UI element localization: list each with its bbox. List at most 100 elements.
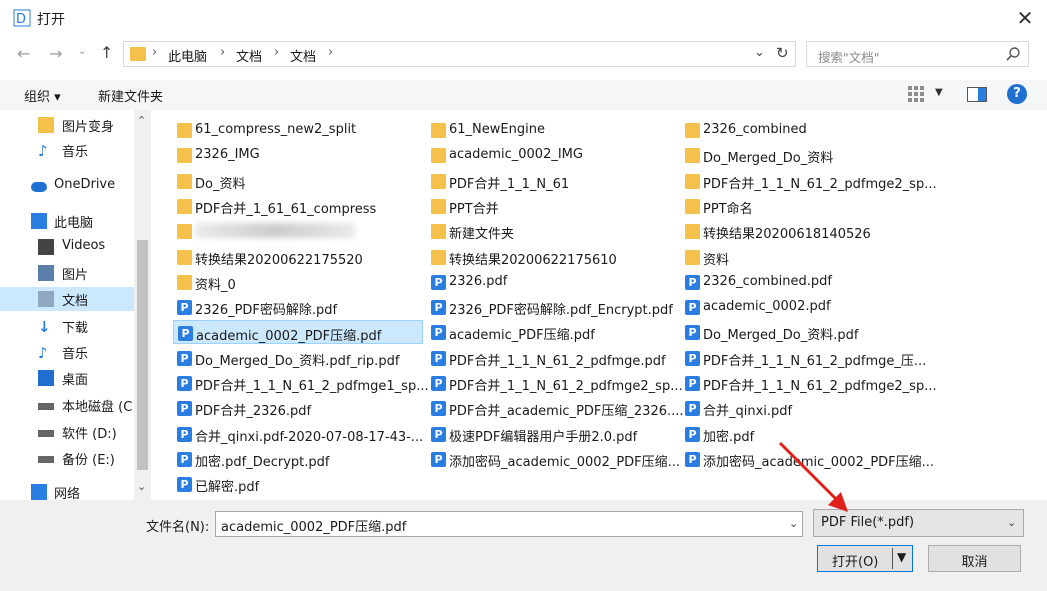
view-options-icon[interactable] — [907, 85, 925, 103]
nav-scrollbar-thumb[interactable] — [137, 240, 148, 470]
back-button[interactable]: ← — [17, 44, 30, 63]
nav-item[interactable]: 软件 (D:) — [0, 420, 134, 444]
pdf-file-icon: P — [685, 452, 700, 467]
filename-input[interactable]: academic_0002_PDF压缩.pdf ⌄ — [215, 511, 803, 537]
organize-button[interactable]: 组织 ▾ — [24, 86, 61, 105]
list-item[interactable]: P 极速PDF编辑器用户手册2.0.pdf — [427, 422, 677, 446]
nav-item[interactable]: 图片 — [0, 261, 134, 285]
list-item[interactable]: P 添加密码_academic_0002_PDF压缩... — [427, 447, 680, 471]
file-name: 合并_qinxi.pdf — [703, 404, 793, 419]
preview-pane-icon[interactable] — [967, 87, 987, 102]
split-divider — [892, 548, 893, 569]
list-item[interactable]: P 合并_qinxi.pdf-2020-07-08-17-43-... — [173, 422, 423, 446]
list-item[interactable]: P Do_Merged_Do_资料.pdf — [681, 320, 931, 344]
close-icon: ✕ — [1016, 6, 1034, 30]
list-item[interactable]: P 2326_PDF密码解除.pdf — [173, 295, 423, 319]
pdf-file-icon: P — [431, 376, 446, 391]
new-folder-button[interactable]: 新建文件夹 — [98, 86, 163, 105]
list-item[interactable]: P PDF合并_1_1_N_61_2_pdfmge1_sp... — [173, 371, 429, 395]
file-name: PDF合并_1_1_N_61_2_pdfmge.pdf — [449, 354, 666, 369]
forward-button[interactable]: → — [49, 44, 62, 63]
list-item[interactable]: 转换结果20200622175520 — [173, 245, 423, 269]
list-item[interactable]: PPT合并 — [427, 194, 677, 218]
cancel-button[interactable]: 取消 — [928, 545, 1021, 572]
list-item[interactable]: 61_compress_new2_split — [173, 118, 423, 142]
pdf-file-icon: P — [431, 452, 446, 467]
list-item[interactable]: P 合并_qinxi.pdf — [681, 396, 931, 420]
file-name: academic_0002_IMG — [449, 147, 583, 162]
download-icon: ↓ — [38, 318, 51, 336]
breadcrumb-this-pc[interactable]: 此电脑 — [168, 46, 207, 65]
list-item[interactable]: P 2326_PDF密码解除.pdf_Encrypt.pdf — [427, 295, 677, 319]
nav-item[interactable]: OneDrive — [0, 174, 134, 198]
list-item[interactable]: Do_资料 — [173, 169, 423, 193]
list-item[interactable]: 2326_IMG — [173, 143, 423, 167]
list-item[interactable]: P PDF合并_1_1_N_61_2_pdfmge2_sp... — [681, 371, 937, 395]
up-button[interactable]: ↑ — [100, 43, 113, 62]
nav-item[interactable]: ↓ 下载 — [0, 314, 134, 338]
nav-item[interactable]: Videos — [0, 235, 134, 259]
open-dropdown-icon[interactable]: ▼ — [897, 550, 906, 564]
list-item[interactable]: P PDF合并_academic_PDF压缩_2326.... — [427, 396, 684, 420]
view-dropdown-icon[interactable]: ▼ — [935, 87, 943, 98]
nav-item[interactable]: 文档 — [0, 287, 134, 311]
nav-item[interactable]: 桌面 — [0, 366, 134, 390]
list-item[interactable]: P PDF合并_1_1_N_61_2_pdfmge_压... — [681, 346, 931, 370]
list-item[interactable]: PDF合并_1_1_N_61 — [427, 169, 677, 193]
scroll-up-icon[interactable]: ⌃ — [137, 114, 146, 127]
recent-locations-button[interactable]: ⌄ — [78, 46, 86, 57]
list-item[interactable]: 新建文件夹 — [427, 219, 677, 243]
list-item[interactable]: PPT命名 — [681, 194, 931, 218]
list-item[interactable]: …… — [173, 219, 423, 243]
list-item[interactable]: academic_0002_IMG — [427, 143, 677, 167]
pdf-file-icon: P — [177, 452, 192, 467]
breadcrumb-documents[interactable]: 文档 — [236, 46, 262, 65]
list-item[interactable]: 61_NewEngine — [427, 118, 677, 142]
open-button[interactable]: 打开(O) ▼ — [817, 545, 913, 572]
nav-item[interactable]: 本地磁盘 (C — [0, 393, 134, 417]
list-item[interactable]: P 加密.pdf_Decrypt.pdf — [173, 447, 423, 471]
close-button[interactable]: ✕ — [1008, 4, 1042, 32]
list-item[interactable]: 2326_combined — [681, 118, 931, 142]
file-name: PDF合并_1_1_N_61_2_pdfmge2_sp... — [703, 379, 937, 394]
help-icon[interactable]: ? — [1007, 84, 1027, 104]
search-box[interactable]: 搜索"文档" — [806, 41, 1029, 67]
list-item[interactable]: P 2326.pdf — [427, 270, 677, 294]
search-icon[interactable] — [1005, 46, 1021, 62]
refresh-icon[interactable]: ↻ — [776, 44, 789, 62]
breadcrumb-separator: › — [328, 45, 334, 60]
list-item[interactable]: Pacademic_0002.pdf — [681, 295, 931, 319]
list-item[interactable]: 资料_0 — [173, 270, 423, 294]
pdf-file-icon: P — [685, 351, 700, 366]
list-item[interactable]: Pacademic_0002_PDF压缩.pdf — [173, 320, 423, 344]
list-item[interactable]: P Do_Merged_Do_资料.pdf_rip.pdf — [173, 346, 423, 370]
nav-item[interactable]: 备份 (E:) — [0, 446, 134, 470]
list-item[interactable]: P PDF合并_1_1_N_61_2_pdfmge.pdf — [427, 346, 677, 370]
nav-item[interactable]: 此电脑 — [0, 209, 134, 233]
list-item[interactable]: PDF合并_1_61_61_compress — [173, 194, 423, 218]
list-item[interactable]: P 已解密.pdf — [173, 472, 423, 496]
search-input[interactable]: 搜索"文档" — [818, 47, 880, 66]
list-item[interactable]: 转换结果20200622175610 — [427, 245, 677, 269]
chevron-down-icon[interactable]: ⌄ — [754, 45, 765, 60]
list-item[interactable]: Pacademic_PDF压缩.pdf — [427, 320, 677, 344]
cloud-icon — [31, 182, 47, 192]
nav-item-label: 下载 — [62, 321, 89, 336]
list-item[interactable]: PDF合并_1_1_N_61_2_pdfmge2_sp... — [681, 169, 937, 193]
file-name: PPT命名 — [703, 202, 753, 217]
scroll-down-icon[interactable]: ⌄ — [137, 480, 146, 493]
nav-item[interactable]: ♪ 音乐 — [0, 138, 134, 162]
list-item[interactable]: Do_Merged_Do_资料 — [681, 143, 931, 167]
desktop-icon — [38, 370, 54, 386]
list-item[interactable]: P PDF合并_1_1_N_61_2_pdfmge2_sp... — [427, 371, 683, 395]
list-item[interactable]: P PDF合并_2326.pdf — [173, 396, 423, 420]
address-bar[interactable]: › 此电脑 › 文档 › 文档 › ⌄ ↻ — [123, 41, 796, 67]
nav-item[interactable]: 图片变身 — [0, 113, 134, 137]
breadcrumb-documents-sub[interactable]: 文档 — [290, 46, 316, 65]
list-item[interactable]: 资料 — [681, 245, 931, 269]
list-item[interactable]: P 2326_combined.pdf — [681, 270, 931, 294]
list-item[interactable]: 转换结果20200618140526 — [681, 219, 931, 243]
nav-item[interactable]: ♪ 音乐 — [0, 340, 134, 364]
file-name: 2326_PDF密码解除.pdf — [195, 303, 338, 318]
folder-icon — [685, 123, 700, 138]
